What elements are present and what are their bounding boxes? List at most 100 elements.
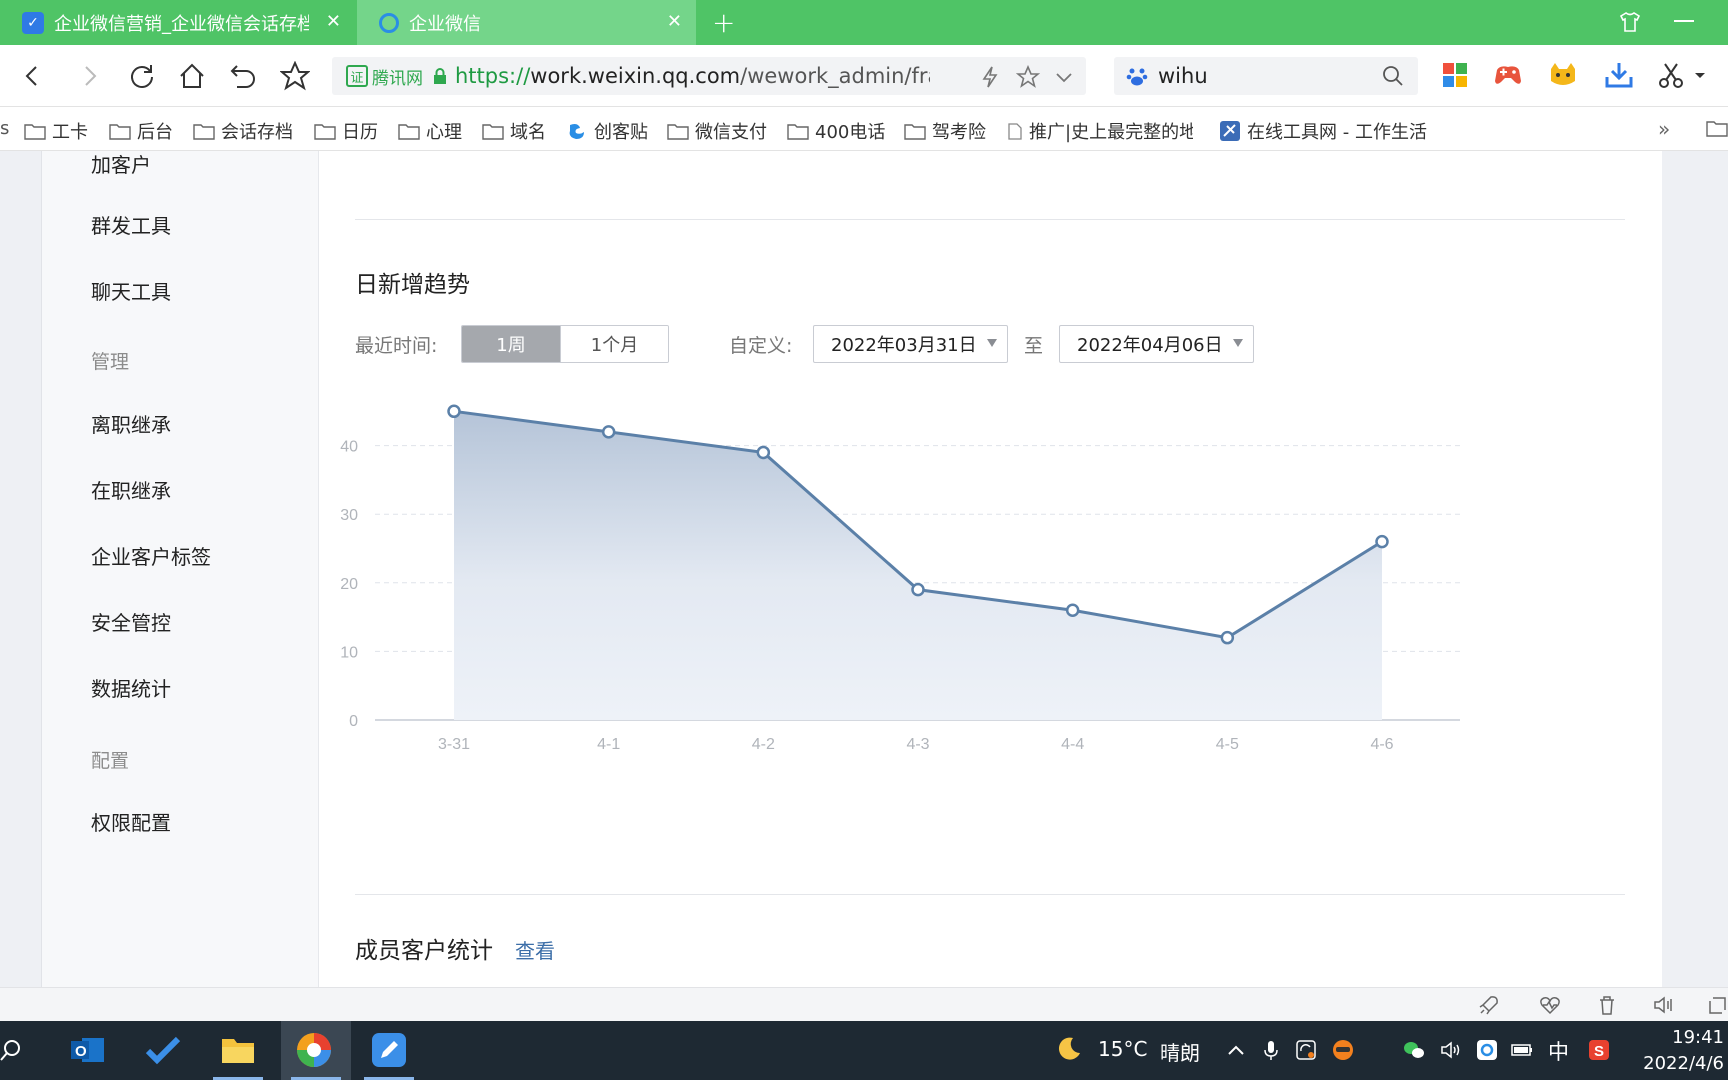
browser-app-button[interactable] (293, 1029, 335, 1071)
scissors-icon[interactable] (1655, 59, 1687, 91)
chart-data-point[interactable] (756, 445, 771, 460)
outlook-icon: O (71, 1038, 104, 1062)
chart-x-axis: 3-31 4-1 4-2 4-3 4-4 4-5 4-6 (438, 736, 1394, 753)
bookmark-folder-jiakaoxian[interactable]: 驾考险 (904, 118, 986, 144)
sidebar-item-data-stats[interactable]: 数据统计 (91, 673, 171, 702)
system-clock[interactable]: 19:41 2022/4/6 (1628, 1025, 1724, 1077)
apps-grid-icon[interactable] (1439, 59, 1471, 91)
sidebar-group-manage: 管理 (91, 351, 130, 373)
forward-button[interactable] (72, 59, 106, 93)
skin-icon[interactable] (1618, 10, 1642, 34)
chuangketie-icon (569, 123, 584, 139)
search-input[interactable]: wihu (1114, 57, 1418, 95)
page-content: 加客户 群发工具 聊天工具 管理 离职继承 在职继承 企业客户标签 安全管控 数… (0, 151, 1728, 987)
start-date-select[interactable]: 2022年03月31日 (813, 325, 1008, 363)
bookmark-folder-huihua[interactable]: 会话存档 (193, 118, 293, 144)
chart-data-point[interactable] (601, 425, 616, 439)
sidebar-item-mass-send[interactable]: 群发工具 (91, 210, 171, 239)
sogou-ime-icon[interactable]: S (1588, 1039, 1610, 1061)
game-controller-icon[interactable] (1492, 59, 1524, 91)
battery-icon[interactable] (1511, 1039, 1533, 1061)
microphone-icon[interactable] (1260, 1039, 1282, 1061)
health-heart-icon[interactable] (1539, 994, 1561, 1016)
chart-data-point[interactable] (911, 582, 925, 597)
end-date-select[interactable]: 2022年04月06日 (1059, 325, 1254, 363)
reload-button[interactable] (125, 59, 159, 93)
x-tick-label: 4-1 (597, 736, 620, 753)
wechat-icon[interactable] (1403, 1039, 1425, 1061)
y-tick-label: 40 (340, 439, 358, 456)
window-restore-icon[interactable] (1706, 994, 1728, 1016)
tab-title: 企业微信 (409, 13, 481, 35)
file-explorer-button[interactable] (217, 1029, 259, 1071)
chevron-down-icon[interactable] (1052, 65, 1076, 89)
wecom-tray-icon[interactable] (1476, 1039, 1498, 1061)
home-button[interactable] (175, 59, 209, 93)
bookmarks-overflow-button[interactable]: » (1658, 117, 1670, 141)
trash-icon[interactable] (1596, 994, 1618, 1016)
chart-data-point[interactable] (1375, 534, 1389, 549)
lightning-icon[interactable] (978, 65, 1002, 89)
sidebar-item-customer-tags[interactable]: 企业客户标签 (91, 541, 211, 570)
bookmark-folder-houtai[interactable]: 后台 (109, 118, 173, 144)
sidebar-item-resign-inherit[interactable]: 离职继承 (91, 409, 171, 438)
folder-icon[interactable] (1706, 120, 1728, 137)
bookmark-label: 日历 (342, 122, 378, 143)
cat-extension-icon[interactable] (1547, 59, 1579, 91)
address-bar[interactable]: 证 腾讯网 https:// work.weixin.qq.com/wework… (332, 57, 1086, 95)
bookmark-star-button[interactable] (278, 59, 312, 93)
bookmark-folder-weixinzhifu[interactable]: 微信支付 (667, 118, 767, 144)
weather-temperature[interactable]: 15°C (1098, 1037, 1147, 1061)
weather-condition[interactable]: 晴朗 (1160, 1037, 1200, 1066)
sidebar-item-permissions[interactable]: 权限配置 (91, 807, 171, 836)
input-method-indicator[interactable]: 中 (1548, 1036, 1569, 1066)
sidebar-item-chat-tools[interactable]: 聊天工具 (91, 276, 171, 305)
mascot-app-icon[interactable] (1332, 1039, 1354, 1061)
outlook-app-button[interactable]: O (67, 1029, 109, 1071)
rocket-icon[interactable] (1478, 994, 1500, 1016)
y-tick-label: 20 (340, 576, 358, 593)
scissors-menu-chevron-icon[interactable] (1690, 59, 1710, 91)
minimize-window-button[interactable] (1674, 20, 1694, 22)
bookmark-zaixiangongju[interactable]: 在线工具网 - 工作生活 (1219, 118, 1429, 144)
bookmark-folder-xinli[interactable]: 心理 (398, 118, 462, 144)
bookmark-chuangketie[interactable]: 创客贴 (566, 118, 648, 144)
todo-app-button[interactable] (142, 1029, 184, 1071)
sidebar: 加客户 群发工具 聊天工具 管理 离职继承 在职继承 企业客户标签 安全管控 数… (41, 151, 319, 987)
close-tab-icon[interactable]: ✕ (667, 11, 682, 32)
search-icon[interactable] (1382, 65, 1404, 87)
bookmark-folder-400[interactable]: 400电话 (787, 118, 885, 144)
tab-wecom-marketing[interactable]: ✓ 企业微信营销_企业微信会话存档 ✕ (0, 0, 355, 45)
search-icon[interactable] (0, 1039, 24, 1063)
sync-app-icon[interactable] (1295, 1039, 1317, 1061)
chart-data-point[interactable] (447, 404, 461, 419)
tab-wecom[interactable]: 企业微信 ✕ (357, 0, 696, 45)
favorite-star-icon[interactable] (1016, 65, 1040, 89)
cert-badge[interactable]: 证 腾讯网 (346, 64, 423, 89)
new-tab-button[interactable]: + (712, 6, 735, 39)
chevron-up-icon[interactable] (1225, 1039, 1247, 1061)
download-icon[interactable] (1603, 59, 1635, 91)
member-stats-view-link[interactable]: 查看 (515, 935, 555, 964)
chart-data-point[interactable] (1220, 630, 1235, 645)
bookmark-folder-rili[interactable]: 日历 (314, 118, 378, 144)
range-option-week[interactable]: 1周 (462, 326, 560, 362)
undo-close-button[interactable] (226, 59, 260, 93)
back-button[interactable] (16, 59, 50, 93)
sidebar-item-add-customer[interactable]: 加客户 (91, 151, 151, 178)
bookmark-folder-yuming[interactable]: 域名 (482, 118, 546, 144)
close-tab-icon[interactable]: ✕ (326, 11, 341, 32)
bookmark-label: 驾考险 (932, 122, 986, 143)
bookmark-label: 后台 (137, 122, 173, 143)
notes-app-button[interactable] (368, 1029, 410, 1071)
range-option-month[interactable]: 1个月 (560, 326, 668, 362)
caret-down-icon (1233, 339, 1243, 347)
bookmark-folder-gongka[interactable]: 工卡 (24, 118, 88, 144)
volume-icon[interactable] (1440, 1039, 1462, 1061)
sidebar-item-onjob-inherit[interactable]: 在职继承 (91, 475, 171, 504)
bookmark-tuiguang[interactable]: 推广|史上最完整的地 (1007, 118, 1193, 144)
chart-data-point[interactable] (1065, 603, 1080, 617)
mute-speaker-icon[interactable] (1652, 994, 1674, 1016)
sidebar-item-security[interactable]: 安全管控 (91, 607, 171, 636)
x-tick-label: 4-4 (1061, 736, 1084, 753)
